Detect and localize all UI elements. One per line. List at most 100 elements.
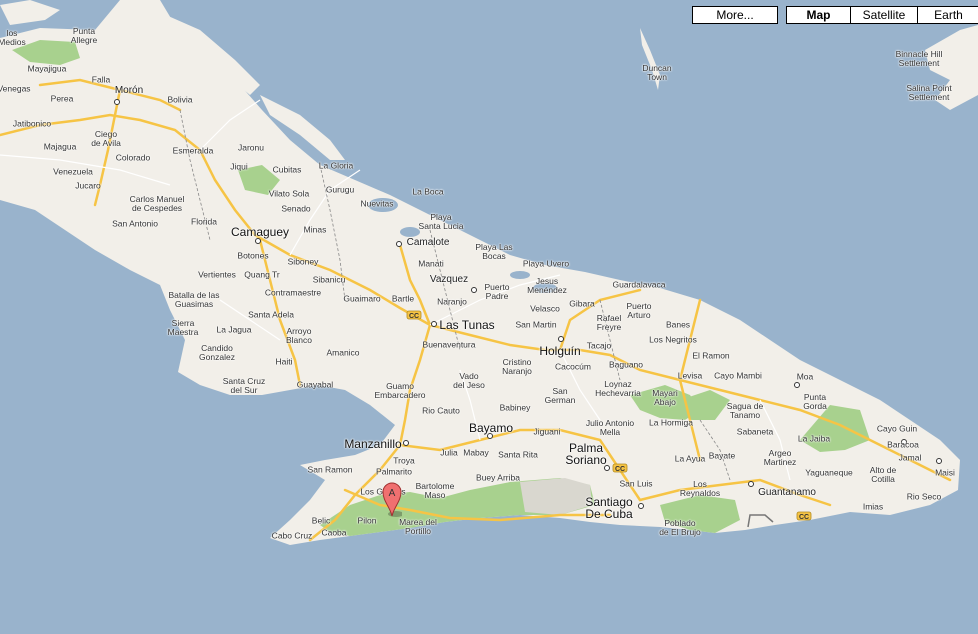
place-label: Baguano (608, 359, 644, 370)
place-label: Puerto Padre (484, 282, 510, 301)
place-label: Perea (50, 93, 74, 104)
place-label: Holguín (539, 344, 581, 358)
place-label: Manzanillo (344, 437, 402, 451)
place-label: Venegas (0, 83, 31, 94)
place-label: Argeo Martinez (763, 448, 797, 467)
place-label: Banes (665, 319, 691, 330)
place-label: Rio Cauto (422, 405, 460, 416)
place-label: El Ramon (692, 350, 730, 361)
place-label: Santiago De Cuba (585, 495, 633, 521)
place-label: Siboney (287, 256, 319, 267)
place-label: La Jagua (216, 324, 252, 335)
place-label: Guaimaro (343, 293, 381, 304)
place-label: Sierra Maestra (167, 318, 199, 337)
place-label: Guardalavaca (612, 279, 666, 290)
place-label: los Medios (0, 28, 26, 47)
place-label: Jatibonico (12, 118, 52, 129)
place-label: Sibanicu (312, 274, 346, 285)
place-label: Nuevitas (360, 198, 394, 209)
map-button[interactable]: Map (786, 6, 851, 24)
map-marker-a[interactable]: A (382, 481, 404, 517)
earth-button[interactable]: Earth (918, 6, 978, 24)
place-label: Gibara (569, 298, 595, 309)
place-label: Colorado (115, 152, 151, 163)
map-tiles: CC CC CC (0, 0, 978, 634)
place-label: Contramaestre (264, 287, 322, 298)
place-label: La Gloria (318, 160, 354, 171)
place-label: Quang Tr (244, 269, 280, 280)
highway-shield-2: CC (615, 466, 625, 473)
place-label: Jiguani (533, 426, 561, 437)
place-label: San Luis (619, 478, 653, 489)
place-label: Rafael Freyre (596, 313, 622, 332)
place-label: Vazquez (429, 274, 469, 285)
more-control: More... (692, 6, 778, 24)
place-label: Falla (91, 74, 111, 85)
place-label: Pilon (357, 515, 377, 526)
place-label: Senado (281, 203, 311, 214)
place-label: Esmeralda (172, 145, 214, 156)
place-label: Minas (303, 224, 327, 235)
place-label: Troya (393, 455, 415, 466)
place-label: Velasco (530, 303, 560, 314)
place-label: Moa (796, 371, 814, 382)
place-label: Naranjo (437, 296, 467, 307)
place-label: Vado del Jeso (453, 371, 485, 390)
place-label: Vilato Sola (268, 188, 310, 199)
place-label: Gurugu (325, 184, 355, 195)
place-label: Palma Soriano (565, 441, 607, 467)
place-label: Caoba (321, 527, 347, 538)
place-label: Mayajigua (27, 63, 67, 74)
place-label: Amanico (326, 347, 360, 358)
place-label: Cayo Mambi (714, 370, 762, 381)
place-label: Jesus Menéndez (527, 276, 567, 295)
place-label: Jucaro (75, 180, 101, 191)
satellite-button[interactable]: Satellite (851, 6, 918, 24)
place-label: San Ramon (307, 464, 353, 475)
place-label: Florida (191, 216, 217, 227)
place-label: La Ayua (674, 453, 706, 464)
place-label: Los Reynaldos (679, 479, 721, 498)
place-label: Baracoa (887, 439, 919, 450)
place-label: Bartolome Maso (415, 481, 455, 500)
place-label: Binnacle Hill Settlement (895, 49, 943, 68)
place-label: Haiti (275, 356, 293, 367)
place-label: Sabaneta (736, 426, 774, 437)
place-label: Carlos Manuel de Cespedes (129, 194, 185, 213)
place-label: Batalla de las Guasimas (168, 290, 220, 309)
place-label: Mabay (463, 447, 489, 458)
place-label: Santa Cruz del Sur (222, 376, 266, 395)
highway-shield-3: CC (799, 514, 809, 521)
place-label: Imias (862, 501, 884, 512)
place-label: Tacajo (586, 340, 612, 351)
place-label: Jamal (898, 452, 922, 463)
place-label: Playa Uvero (522, 258, 570, 269)
place-label: Cristino Naranjo (502, 357, 532, 376)
place-label: Duncan Town (642, 63, 672, 82)
place-label: Levisa (677, 370, 703, 381)
place-label: San Antonio (112, 218, 158, 229)
place-label: Camaguey (230, 225, 290, 239)
place-label: Alto de Cotilla (869, 465, 897, 484)
place-label: Belic (311, 515, 331, 526)
place-label: Loynaz Hechevarria (595, 379, 641, 398)
more-button[interactable]: More... (692, 6, 778, 24)
place-label: Punta Gorda (803, 392, 827, 411)
marker-label: A (389, 488, 396, 499)
place-label: Guamo Embarcadero (374, 381, 426, 400)
place-label: Bolivia (167, 94, 193, 105)
place-label: Guantanamo (758, 487, 816, 498)
place-label: Puerto Arturo (626, 301, 652, 320)
place-label: Manati (418, 258, 444, 269)
map-canvas[interactable]: CC CC CC Punta Allegre los Medios Mayaji… (0, 0, 978, 634)
place-label: Playa Santa Lucia (418, 212, 464, 231)
place-label: Santa Rita (498, 449, 538, 460)
place-label: Ciego de Avila (91, 129, 121, 148)
place-label: Yaguaneque (805, 467, 853, 478)
place-label: Jaronu (238, 142, 264, 153)
place-label: Candido Gonzalez (199, 343, 235, 362)
place-label: Rio Seco (906, 491, 942, 502)
place-label: Guayabal (296, 379, 334, 390)
place-label: Botones (237, 250, 269, 261)
place-label: Cacocúm (555, 361, 591, 372)
